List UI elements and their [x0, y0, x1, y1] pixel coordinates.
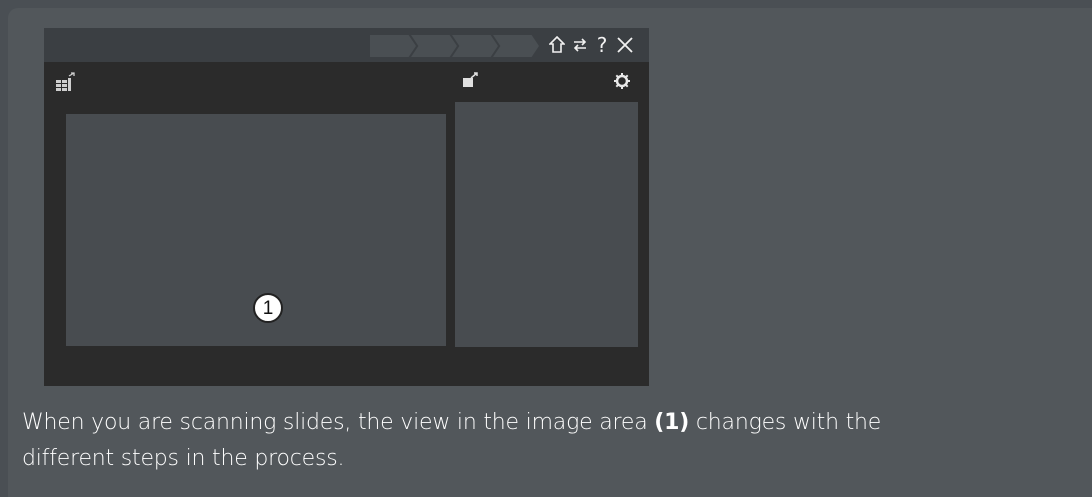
caption-part-2: changes with the: [689, 410, 882, 435]
close-icon[interactable]: [614, 32, 636, 58]
title-bar: ?: [44, 28, 649, 62]
caption-text: When you are scanning slides, the view i…: [22, 405, 1072, 477]
home-icon[interactable]: [546, 32, 568, 58]
caption-reference: (1): [654, 410, 690, 435]
slide-list-icon[interactable]: [56, 72, 76, 92]
slide-export-icon[interactable]: [462, 72, 480, 90]
workflow-steps: [370, 35, 540, 57]
caption-line-2: different steps in the process.: [22, 446, 345, 471]
settings-gear-icon[interactable]: [613, 72, 631, 90]
side-panel: [455, 102, 638, 347]
workflow-step-3[interactable]: [452, 35, 498, 57]
workflow-step-1[interactable]: [370, 35, 416, 57]
help-icon[interactable]: ?: [591, 32, 613, 58]
swap-icon[interactable]: [569, 32, 591, 58]
app-window: ? 1: [44, 28, 649, 386]
callout-marker: 1: [253, 293, 283, 323]
workflow-step-2[interactable]: [411, 35, 457, 57]
caption-part-1: When you are scanning slides, the view i…: [22, 410, 655, 435]
toolbar: [44, 62, 649, 102]
workflow-step-4[interactable]: [493, 35, 539, 57]
image-area: 1: [66, 114, 446, 346]
